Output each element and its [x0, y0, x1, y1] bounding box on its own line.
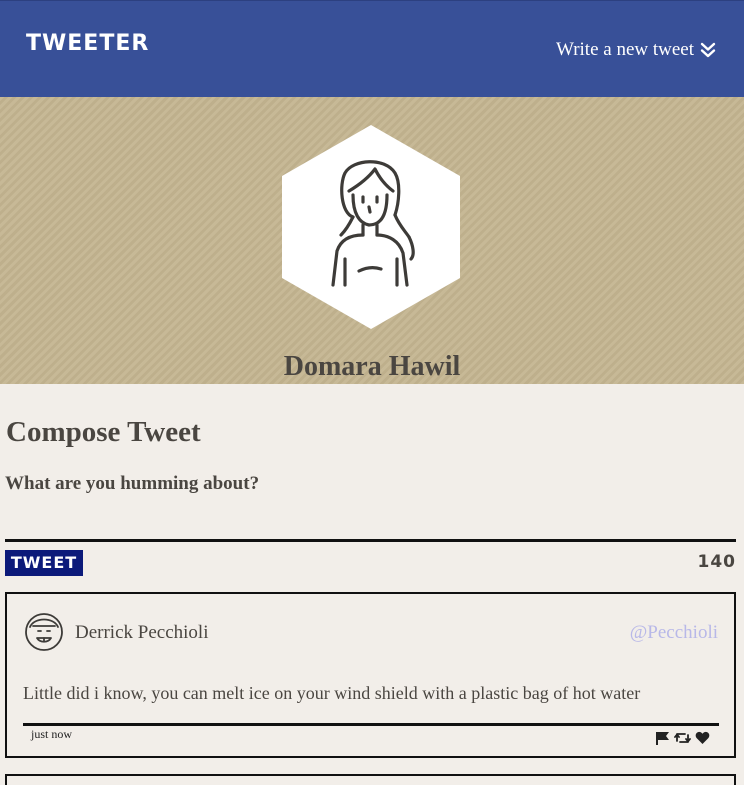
tweet-textarea[interactable]: [5, 470, 736, 542]
retweet-icon[interactable]: [674, 731, 691, 745]
character-counter: 140: [697, 552, 736, 572]
woman-avatar-icon: [331, 160, 415, 287]
heart-icon[interactable]: [695, 731, 710, 745]
profile-name: Domara Hawil: [283, 351, 461, 382]
write-new-tweet-link[interactable]: Write a new tweet: [556, 39, 716, 61]
tweet-author-handle: @Pecchioli: [629, 622, 718, 643]
navbar: TWEETER Write a new tweet: [0, 0, 744, 97]
tweet-timestamp: just now: [31, 727, 73, 741]
tweet-card: [5, 774, 736, 785]
brand-logo[interactable]: TWEETER: [26, 31, 149, 56]
tweet-text: Little did i know, you can melt ice on y…: [23, 683, 641, 703]
tweet-author-name: Derrick Pecchioli: [75, 622, 209, 643]
tweet-actions: [655, 731, 710, 745]
tweet-card: Derrick Pecchioli @Pecchioli Little did …: [5, 592, 736, 758]
double-chevron-down-icon: [700, 42, 716, 58]
tweet-footer-divider: [23, 723, 719, 726]
tweet-button[interactable]: TWEET: [5, 550, 83, 576]
smiling-man-avatar-icon: [25, 613, 63, 651]
flag-icon[interactable]: [655, 731, 670, 745]
compose-title: Compose Tweet: [6, 416, 201, 448]
write-new-tweet-label: Write a new tweet: [556, 39, 694, 60]
